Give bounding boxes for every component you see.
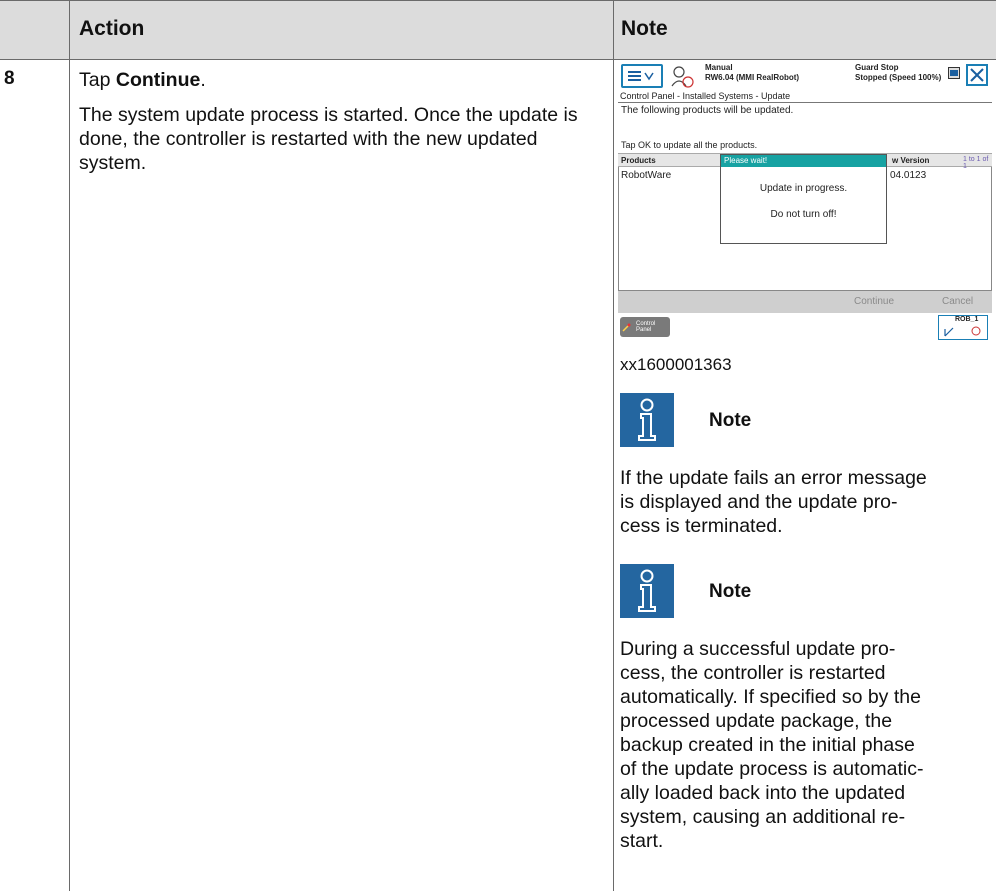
column-header-action: Action	[79, 17, 145, 40]
breadcrumb-divider	[618, 102, 992, 103]
figure-caption: xx1600001363	[620, 355, 732, 374]
note-2-line: cess, the controller is restarted	[620, 662, 886, 684]
table-header-border	[0, 59, 996, 60]
note-1-line: If the update fails an error message	[620, 467, 927, 489]
note-info-icon	[620, 564, 674, 618]
column-header-note: Note	[621, 17, 668, 40]
status-mode-text: Manual	[705, 63, 733, 72]
dialog-progress-text: Update in progress.	[759, 183, 848, 194]
action-instruction: Tap Continue.	[79, 68, 604, 92]
note-2-line: ally loaded back into the updated	[620, 782, 906, 804]
mechanical-unit-label: ROB_1	[955, 316, 979, 323]
column-divider-2	[613, 0, 614, 891]
action-prefix: Tap	[79, 69, 116, 91]
note-2-line: of the update process is automatic-	[620, 758, 924, 780]
flexpendant-screenshot: Manual RW6.04 (MMI RealRobot) Guard Stop…	[618, 61, 992, 345]
close-button[interactable]	[966, 64, 988, 86]
note-text-1: If the update fails an error message is …	[620, 466, 992, 538]
table-header	[0, 0, 996, 59]
note-2-line: processed update package, the	[620, 710, 893, 732]
window-icon[interactable]	[948, 67, 960, 79]
status-guard: Guard Stop Stopped (Speed 100%)	[855, 63, 941, 83]
cancel-button[interactable]: Cancel	[942, 296, 973, 307]
note-1-line: is displayed and the update pro-	[620, 491, 898, 513]
breadcrumb: Control Panel - Installed Systems - Upda…	[620, 91, 791, 101]
note-1-line: cess is terminated.	[620, 515, 783, 537]
main-menu-button[interactable]	[621, 64, 663, 88]
status-system-text: RW6.04 (MMI RealRobot)	[705, 73, 800, 82]
note-2-line: automatically. If specified so by the	[620, 686, 921, 708]
note-title-2: Note	[709, 581, 752, 602]
note-title-1: Note	[709, 410, 752, 431]
status-guard-text: Guard Stop	[855, 63, 899, 72]
update-message: The following products will be updated.	[621, 105, 794, 116]
note-2-line: system, causing an additional re-	[620, 806, 906, 828]
action-suffix: .	[200, 69, 206, 91]
status-mode: Manual RW6.04 (MMI RealRobot)	[705, 63, 799, 83]
chevron-down-icon	[644, 72, 654, 81]
column-divider-1	[69, 0, 70, 891]
command-bar	[618, 291, 992, 313]
product-name[interactable]: RobotWare	[621, 170, 671, 181]
update-instruction: Tap OK to update all the products.	[621, 140, 758, 150]
wait-dialog: Please wait! Update in progress. Do not …	[720, 154, 887, 244]
note-2-line: start.	[620, 830, 664, 852]
table-top-border	[0, 0, 996, 1]
task-label-panel: Panel	[636, 327, 652, 333]
dialog-warning-text: Do not turn off!	[770, 209, 837, 220]
user-icon[interactable]	[670, 64, 696, 90]
note-info-icon	[620, 393, 674, 447]
close-icon	[970, 68, 984, 82]
note-2-line: backup created in the initial phase	[620, 734, 915, 756]
wrench-icon	[622, 323, 631, 332]
dialog-title: Please wait!	[721, 155, 886, 167]
menu-icon	[628, 71, 654, 81]
manual-page: Action Note 8 Tap Continue. The system u…	[0, 0, 996, 891]
continue-button[interactable]: Continue	[854, 296, 894, 307]
step-number: 8	[4, 68, 15, 89]
note-text-2: During a successful update pro- cess, th…	[620, 637, 992, 853]
status-speed-text: Stopped (Speed 100%)	[855, 73, 942, 82]
column-version: w Version	[892, 156, 930, 165]
note-2-line: During a successful update pro-	[620, 638, 896, 660]
column-products: Products	[621, 156, 656, 165]
product-version: 04.0123	[890, 170, 927, 181]
action-detail: The system update process is started. On…	[79, 104, 578, 174]
action-keyword: Continue	[115, 69, 201, 91]
